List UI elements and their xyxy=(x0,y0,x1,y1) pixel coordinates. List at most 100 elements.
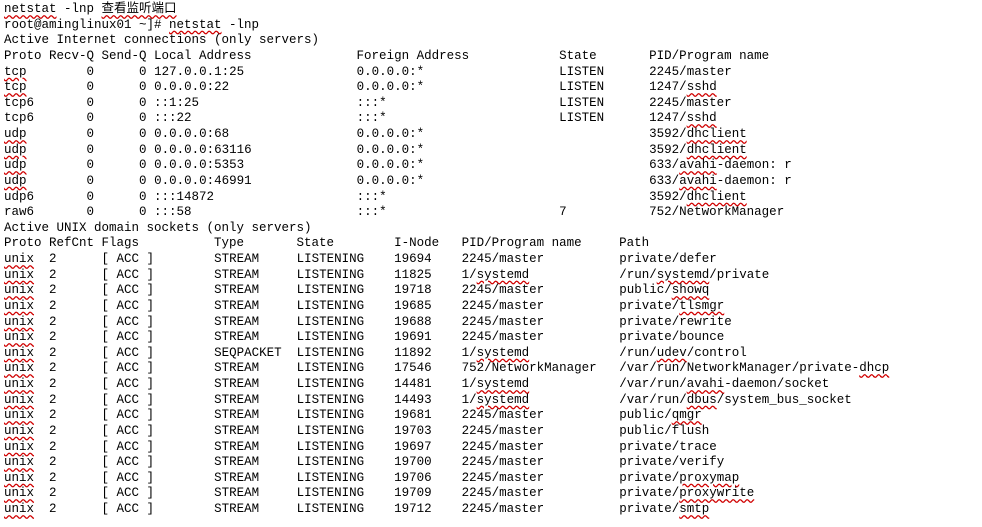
inet-recvq: 0 xyxy=(49,80,94,94)
unix-path-tok: tlsmgr xyxy=(679,299,724,313)
inet-local: :::22 xyxy=(154,111,357,125)
inet-sendq: 0 xyxy=(94,127,154,141)
sp xyxy=(544,330,619,344)
inet-local: :::14872 xyxy=(154,190,357,204)
inet-prog: sshd xyxy=(687,111,717,125)
unix-path-pre: private/ xyxy=(619,315,679,329)
unix-inode: 17546 xyxy=(394,361,462,375)
sp xyxy=(34,502,49,516)
sp xyxy=(27,174,50,188)
inet-foreign: 0.0.0.0:* xyxy=(357,127,560,141)
inet-recvq: 0 xyxy=(49,158,94,172)
unix-type: STREAM xyxy=(214,424,297,438)
unix-col-header: Proto RefCnt Flags Type State I-Node PID… xyxy=(4,236,649,250)
inet-foreign: :::* xyxy=(357,96,560,110)
inet-state xyxy=(559,127,649,141)
unix-state: LISTENING xyxy=(297,361,395,375)
inet-pid: 3592/ xyxy=(649,143,687,157)
unix-pid: 2245/ xyxy=(462,252,500,266)
unix-prog: master xyxy=(499,502,544,516)
inet-prog-rest: -daemon: r xyxy=(717,158,792,172)
unix-type: STREAM xyxy=(214,283,297,297)
unix-path-post: /private xyxy=(709,268,769,282)
unix-proto: unix xyxy=(4,315,34,329)
unix-state: LISTENING xyxy=(297,346,395,360)
unix-pid: 752/ xyxy=(462,361,492,375)
inet-pid: 633/ xyxy=(649,174,679,188)
terminal-output[interactable]: netstat -lnp 查看监听端口 root@aminglinux01 ~]… xyxy=(0,0,982,520)
unix-type: STREAM xyxy=(214,393,297,407)
unix-flags: [ ACC ] xyxy=(102,486,215,500)
sp xyxy=(34,393,49,407)
sp xyxy=(34,283,49,297)
cmd-args: -lnp xyxy=(222,18,260,32)
unix-refcnt: 2 xyxy=(49,268,102,282)
inet-foreign: :::* xyxy=(357,205,560,219)
unix-path-pre: /var/run/ xyxy=(619,377,687,391)
inet-proto: udp6 xyxy=(4,190,49,204)
sp xyxy=(529,346,619,360)
inet-prog: NetworkManager xyxy=(679,205,784,219)
sp xyxy=(34,455,49,469)
unix-pid: 2245/ xyxy=(462,299,500,313)
unix-proto: unix xyxy=(4,455,34,469)
unix-prog: master xyxy=(499,424,544,438)
inet-proto: udp xyxy=(4,174,27,188)
unix-path-pre: private/ xyxy=(619,330,679,344)
unix-state: LISTENING xyxy=(297,299,395,313)
inet-state: LISTEN xyxy=(559,96,649,110)
unix-inode: 19685 xyxy=(394,299,462,313)
inet-prog: master xyxy=(687,65,732,79)
unix-proto: unix xyxy=(4,330,34,344)
unix-inode: 19700 xyxy=(394,455,462,469)
unix-prog: master xyxy=(499,299,544,313)
unix-flags: [ ACC ] xyxy=(102,471,215,485)
unix-inode: 19697 xyxy=(394,440,462,454)
unix-pid: 2245/ xyxy=(462,315,500,329)
unix-type: STREAM xyxy=(214,408,297,422)
unix-refcnt: 2 xyxy=(49,486,102,500)
unix-prog: master xyxy=(499,486,544,500)
unix-refcnt: 2 xyxy=(49,440,102,454)
inet-sendq: 0 xyxy=(94,174,154,188)
unix-pid: 2245/ xyxy=(462,408,500,422)
unix-inode: 14493 xyxy=(394,393,462,407)
sp xyxy=(34,252,49,266)
inet-recvq: 0 xyxy=(49,143,94,157)
unix-state: LISTENING xyxy=(297,283,395,297)
unix-path-pre: private/ xyxy=(619,299,679,313)
inet-foreign: :::* xyxy=(357,190,560,204)
unix-state: LISTENING xyxy=(297,455,395,469)
unix-path-pre: private/ xyxy=(619,502,679,516)
unix-prog: master xyxy=(499,315,544,329)
inet-foreign: :::* xyxy=(357,111,560,125)
unix-state: LISTENING xyxy=(297,471,395,485)
unix-inode: 19691 xyxy=(394,330,462,344)
sp xyxy=(597,361,620,375)
unix-refcnt: 2 xyxy=(49,393,102,407)
unix-inode: 11825 xyxy=(394,268,462,282)
unix-path-tok: rewrite xyxy=(679,315,732,329)
sp xyxy=(34,471,49,485)
sp xyxy=(34,424,49,438)
unix-inode: 19681 xyxy=(394,408,462,422)
inet-sendq: 0 xyxy=(94,190,154,204)
unix-inode: 19694 xyxy=(394,252,462,266)
sp xyxy=(27,80,50,94)
inet-state: LISTEN xyxy=(559,65,649,79)
inet-foreign: 0.0.0.0:* xyxy=(357,174,560,188)
unix-type: STREAM xyxy=(214,502,297,516)
cmd-args: -lnp xyxy=(57,2,102,16)
unix-state: LISTENING xyxy=(297,486,395,500)
unix-path-post: /system_bus_socket xyxy=(717,393,852,407)
cmd-cn: 查看监听端口 xyxy=(102,2,177,16)
unix-refcnt: 2 xyxy=(49,346,102,360)
sp xyxy=(544,502,619,516)
inet-local: ::1:25 xyxy=(154,96,357,110)
unix-prog: systemd xyxy=(477,268,530,282)
sp xyxy=(544,455,619,469)
sp xyxy=(529,393,619,407)
unix-prog: master xyxy=(499,330,544,344)
unix-pid: 2245/ xyxy=(462,455,500,469)
unix-pid: 1/ xyxy=(462,346,477,360)
